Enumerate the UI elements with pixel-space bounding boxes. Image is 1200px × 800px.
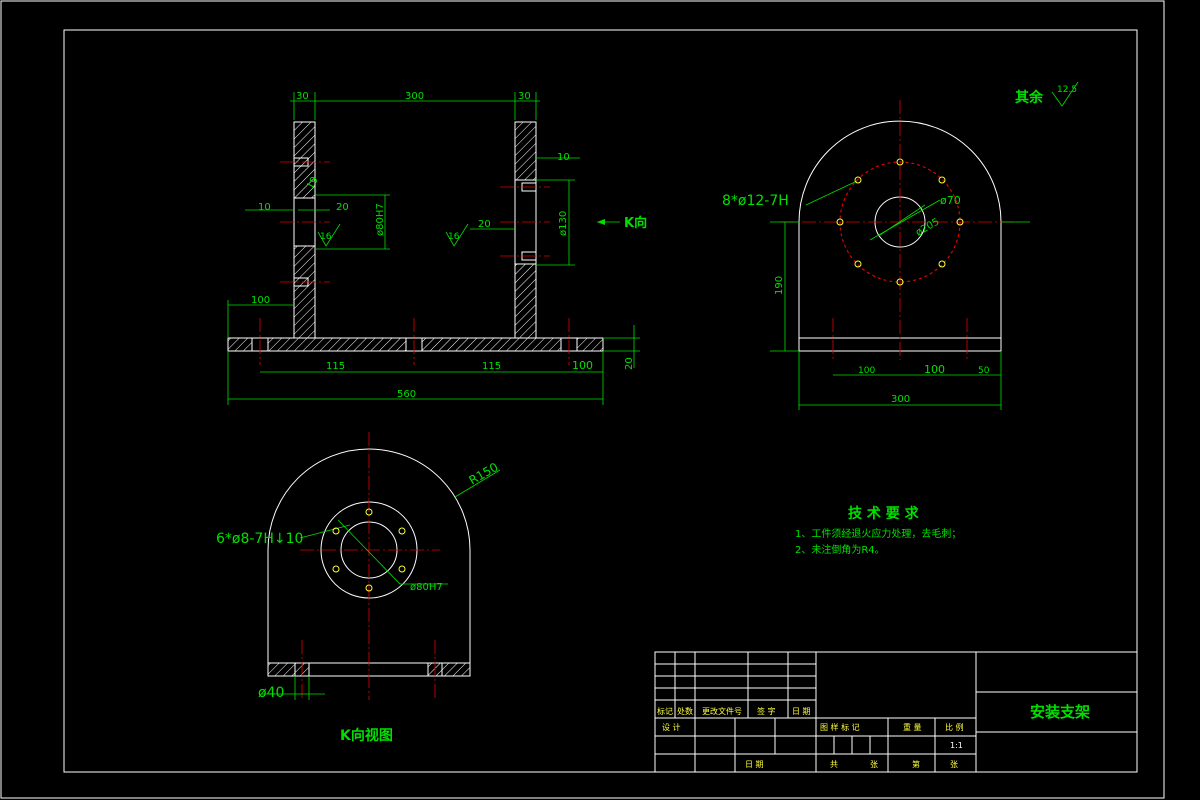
dim-30-left: 30 [296,91,309,102]
side-dim-100-b: 100 [924,363,945,376]
dim-115-b: 115 [482,361,501,372]
side-view [770,100,1030,410]
title-block-text: 标记 处数 更改文件号 签 字 日 期 设 计 图 样 标 记 重 量 比 例 … [657,706,964,769]
tb-date-2: 日 期 [745,760,764,769]
rough-16-left: 16 [320,232,332,242]
tb-change-doc: 更改文件号 [702,706,742,716]
part-name: 安装支架 [1030,703,1090,721]
k-phi40: ø40 [258,685,284,701]
dim-30-right: 30 [518,91,531,102]
tb-weight: 重 量 [903,722,922,732]
k-phi80: ø80H7 [410,582,443,593]
dim-20-left: 20 [336,202,349,213]
dim-560: 560 [397,389,416,400]
tech-requirement-2: 2、未注倒角为R4。 [795,543,885,556]
dim-phi80: ø80H7 [375,203,386,236]
tb-scale-label: 比 例 [945,722,964,732]
side-phi70: ø70 [940,194,961,207]
tech-requirement-1: 1、工件须经退火应力处理，去毛刺； [795,527,961,540]
dim-300-top: 300 [405,91,424,102]
tb-mark: 标记 [657,706,673,716]
side-dim-100-a: 100 [858,366,875,376]
dim-115-a: 115 [326,361,345,372]
roughness-value: 12.5 [1057,85,1077,95]
rough-16-right: 16 [448,232,460,242]
drawing-canvas: 30 300 30 10 19 10 20 ø80H7 16 20 16 ø13… [0,0,1165,799]
side-dim-50: 50 [978,366,990,376]
k-holes-label: 6*ø8-7H↓10 [216,531,303,547]
tb-sheets-b: 张 [950,760,958,769]
dim-100-top: 100 [251,295,270,306]
tech-requirements-title: 技 术 要 求 [848,505,920,522]
dim-100-base: 100 [572,359,593,372]
k-direction-label: K向 [624,215,647,231]
tb-date: 日 期 [792,707,811,716]
tb-total: 共 [830,760,838,769]
tb-sign: 签 字 [757,706,776,716]
side-dim-300: 300 [891,394,910,405]
k-r150: R150 [467,460,501,488]
tb-sheet-no: 第 [912,759,920,769]
outer-border [0,0,1165,799]
dim-10-left: 10 [258,202,271,213]
side-holes-label: 8*ø12-7H [722,193,789,209]
side-phi205: ø205 [914,216,941,238]
dim-phi130: ø130 [558,211,569,236]
tb-count: 处数 [677,706,693,716]
dim-20-right: 20 [478,219,491,230]
dim-10-right: 10 [557,152,570,163]
dim-20-base: 20 [624,357,635,370]
k-view [262,432,501,700]
side-dim-190: 190 [774,276,785,295]
tb-drawing-mark: 图 样 标 记 [820,722,860,732]
tb-scale-value: 1:1 [950,741,963,750]
tb-design: 设 计 [662,722,681,732]
tb-sheets-a: 张 [870,760,878,769]
k-view-title: K向视图 [340,727,393,744]
roughness-other-label: 其余 [1015,89,1044,106]
